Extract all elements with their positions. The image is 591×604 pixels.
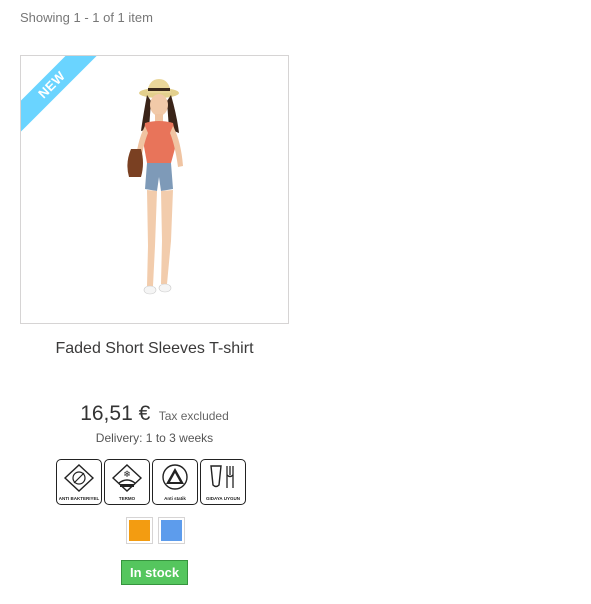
badge-anti-bacterial: ANTI BAKTERIYEL [56, 459, 102, 505]
badge-label: TERMO [118, 496, 136, 501]
color-swatch-blue[interactable] [158, 517, 185, 544]
badge-label: ANTI BAKTERIYEL [58, 496, 100, 501]
anti-bacterial-icon [63, 464, 95, 492]
thermo-icon: ❄ [111, 464, 143, 492]
price-line: 16,51 € Tax excluded [20, 402, 289, 426]
product-price: 16,51 € [80, 402, 151, 425]
badge-label: Anti statik [164, 496, 186, 501]
badge-anti-static: Anti statik [152, 459, 198, 505]
badge-label: GIDAYA UYGUN [205, 496, 240, 501]
svg-text:❄: ❄ [123, 470, 131, 480]
tax-label: Tax excluded [158, 409, 229, 423]
delivery-time: Delivery: 1 to 3 weeks [95, 431, 214, 445]
product-card: NEW Faded Short Sleeves T-shirt 16,51 € … [20, 55, 289, 445]
product-count-text: Showing 1 - 1 of 1 item [20, 10, 153, 25]
product-image-link[interactable]: NEW [20, 55, 289, 324]
product-name-link[interactable]: Faded Short Sleeves T-shirt [20, 340, 289, 358]
swatch-color [161, 520, 182, 541]
anti-static-icon [162, 464, 188, 490]
badge-thermo: ❄ TERMO [104, 459, 150, 505]
food-safe-icon [210, 465, 234, 488]
swatch-color [129, 520, 150, 541]
availability-badge: In stock [121, 560, 189, 585]
color-swatches [126, 517, 185, 544]
color-swatch-orange[interactable] [126, 517, 153, 544]
product-photo [127, 79, 183, 295]
feature-badges: ANTI BAKTERIYEL ❄ TERMO Anti statik GIDA… [56, 459, 246, 505]
badge-food-safe: GIDAYA UYGUN [200, 459, 246, 505]
